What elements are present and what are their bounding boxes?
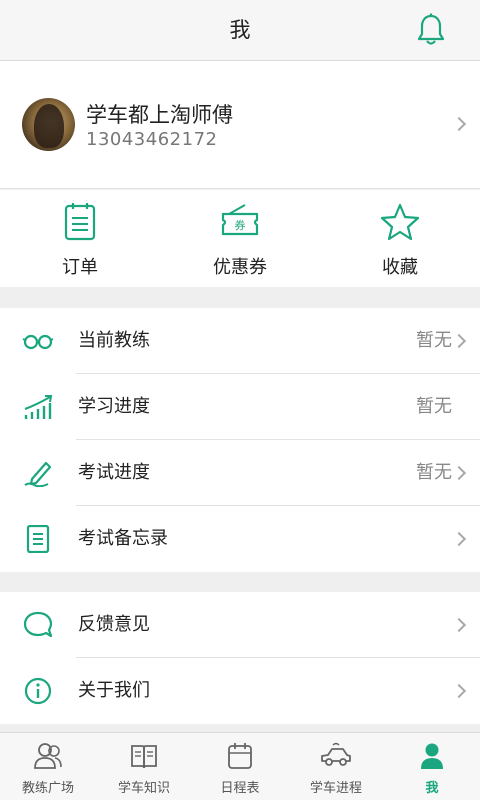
feedback-icon: [23, 611, 53, 638]
quick-actions: 订单 券 优惠券 收藏: [0, 190, 480, 287]
avatar[interactable]: [22, 98, 75, 151]
info-icon: [24, 677, 52, 705]
tab-schedule[interactable]: 日程表: [192, 733, 288, 800]
menu-label: 当前教练: [78, 330, 150, 351]
order-icon: [64, 203, 96, 241]
menu-item-about-us[interactable]: 关于我们: [0, 658, 480, 724]
top-bar: 我: [0, 0, 480, 61]
coupon-button[interactable]: 券 优惠券: [160, 190, 320, 287]
chevron-right-icon: [451, 333, 467, 349]
favorites-button[interactable]: 收藏: [320, 190, 480, 287]
pencil-icon: [24, 461, 52, 487]
menu-item-learning-progress[interactable]: 学习进度 暂无: [0, 374, 480, 440]
menu-label: 关于我们: [78, 680, 150, 701]
calendar-icon: [228, 743, 252, 769]
tab-label: 我: [425, 781, 439, 796]
chevron-right-icon: [451, 683, 467, 699]
tab-label: 学车进程: [309, 781, 362, 796]
menu-label: 学习进度: [78, 396, 150, 417]
menu-label: 考试备忘录: [78, 528, 168, 549]
bottom-tab-bar: 教练广场 学车知识 日程表 学车进程 我: [0, 732, 480, 800]
tab-label: 日程表: [220, 781, 260, 796]
menu-value: 暂无: [416, 330, 452, 351]
user-name: 学车都上淘师傅: [86, 103, 233, 127]
chevron-right-icon: [451, 465, 467, 481]
svg-text:券: 券: [235, 218, 246, 232]
tab-me[interactable]: 我: [384, 733, 480, 800]
menu-item-feedback[interactable]: 反馈意见: [0, 592, 480, 658]
menu-item-exam-memo[interactable]: 考试备忘录: [0, 506, 480, 572]
chart-icon: [24, 395, 53, 419]
page-title: 我: [229, 18, 251, 42]
menu-value: 暂无: [416, 396, 452, 417]
chevron-right-icon: [451, 116, 467, 132]
coupon-label: 优惠券: [213, 257, 267, 278]
chevron-right-icon: [451, 531, 467, 547]
tab-label: 教练广场: [21, 781, 74, 796]
bell-icon[interactable]: [416, 13, 446, 47]
book-icon: [131, 745, 157, 769]
coach-icon: [34, 743, 62, 769]
order-button[interactable]: 订单: [0, 190, 160, 287]
chevron-right-icon: [451, 617, 467, 633]
coupon-icon: 券: [221, 204, 259, 236]
tab-driving-knowledge[interactable]: 学车知识: [96, 733, 192, 800]
menu-group-status: 当前教练 暂无 学习进度 暂无 考试进度 暂无 考试备忘录: [0, 308, 480, 572]
tab-label: 学车知识: [117, 781, 170, 796]
profile-card[interactable]: 学车都上淘师傅 13043462172: [0, 61, 480, 189]
user-phone: 13043462172: [86, 129, 218, 150]
menu-label: 反馈意见: [78, 614, 150, 635]
menu-item-exam-progress[interactable]: 考试进度 暂无: [0, 440, 480, 506]
order-label: 订单: [62, 257, 98, 278]
memo-icon: [26, 525, 50, 553]
tab-driving-progress[interactable]: 学车进程: [288, 733, 384, 800]
menu-group-info: 反馈意见 关于我们: [0, 592, 480, 724]
tab-coach-square[interactable]: 教练广场: [0, 733, 96, 800]
star-icon: [380, 203, 420, 241]
person-icon: [421, 743, 443, 769]
menu-item-current-coach[interactable]: 当前教练 暂无: [0, 308, 480, 374]
menu-label: 考试进度: [78, 462, 150, 483]
car-icon: [321, 742, 351, 766]
glasses-icon: [22, 334, 54, 350]
favorites-label: 收藏: [382, 257, 418, 278]
menu-value: 暂无: [416, 462, 452, 483]
